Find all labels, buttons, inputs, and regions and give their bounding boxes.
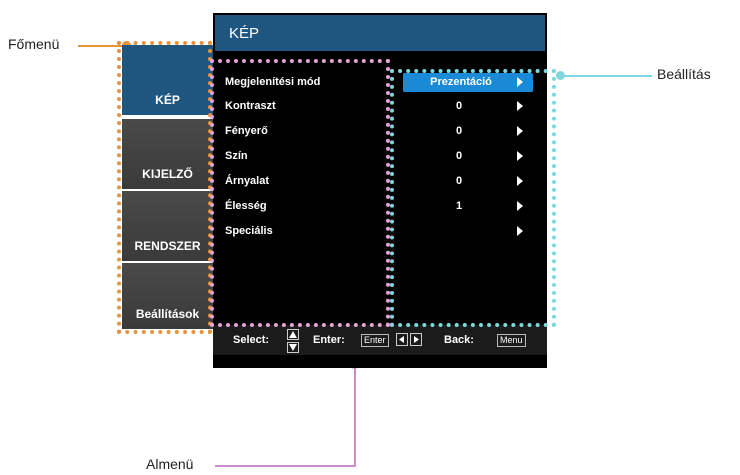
beallitas-highlight <box>390 69 556 327</box>
enter-key: Enter <box>361 334 389 347</box>
callout-fomenu: Főmenü <box>8 36 60 52</box>
up-down-icon <box>287 329 299 353</box>
almenu-highlight <box>210 59 390 327</box>
callout-almenu-line-h <box>215 465 355 467</box>
footer-enter-label: Enter: <box>313 334 345 346</box>
footer-hint-bar: Select: Enter: Enter Back: Menu <box>213 325 547 355</box>
callout-beallitas: Beállítás <box>657 66 711 82</box>
menu-key: Menu <box>497 334 526 347</box>
panel-title: KÉP <box>215 15 545 51</box>
footer-back-label: Back: <box>444 334 474 346</box>
callout-beallitas-dot <box>556 71 565 80</box>
callout-almenu-line-v <box>354 365 356 467</box>
left-right-icon <box>396 333 422 346</box>
callout-beallitas-line <box>562 75 652 77</box>
fomenu-highlight <box>117 41 212 334</box>
callout-almenu: Almenü <box>146 456 194 472</box>
footer-select-label: Select: <box>233 334 270 346</box>
